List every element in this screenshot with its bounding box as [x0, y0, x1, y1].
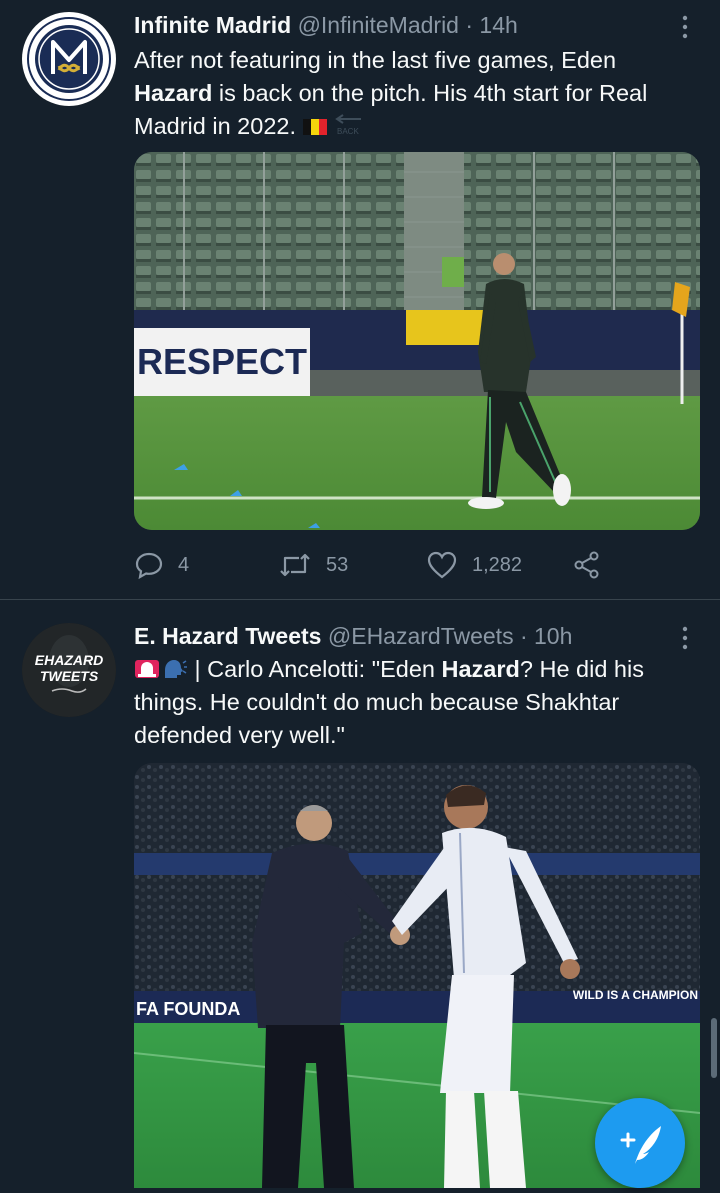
like-count: 1,282 [472, 553, 523, 576]
tweet-text-part: | Carlo Ancelotti: "Eden [188, 656, 442, 682]
retweet-count: 53 [326, 553, 349, 576]
siren-icon [134, 656, 160, 680]
tweet-header: E. Hazard Tweets @EHazardTweets · 10h [134, 621, 572, 651]
share-button[interactable] [572, 545, 616, 585]
compose-tweet-button[interactable] [595, 1098, 685, 1188]
author-handle[interactable]: @InfiniteMadrid [298, 12, 459, 38]
tweet-text: | Carlo Ancelotti: "Eden Hazard? He did … [134, 653, 694, 752]
avatar-text: TWEETS [40, 668, 99, 684]
tweet-text-part: After not featuring in the last five gam… [134, 47, 617, 73]
tweet-text-bold: Hazard [134, 80, 213, 106]
infinite-madrid-logo [23, 13, 115, 105]
like-icon [427, 551, 457, 579]
tweet-header: Infinite Madrid @InfiniteMadrid · 14h [134, 10, 518, 40]
tweet-time[interactable]: · 14h [465, 12, 517, 38]
compose-icon [620, 1126, 661, 1164]
reply-count: 4 [178, 553, 190, 576]
speaking-head-icon [162, 656, 188, 680]
tweet-text-bold: Hazard [441, 656, 520, 682]
avatar[interactable]: EHAZARD TWEETS [22, 623, 116, 717]
more-icon[interactable] [672, 14, 698, 40]
back-arrow-icon: BACK [331, 111, 365, 137]
tweet-divider [0, 599, 720, 600]
like-button[interactable]: 1,282 [426, 545, 522, 585]
tweet-photo[interactable]: RESPECT [134, 152, 700, 530]
retweet-icon [280, 553, 310, 577]
tweet-actions: 4 53 1,282 [134, 545, 614, 585]
share-icon [574, 551, 599, 579]
belgium-flag-icon [302, 113, 327, 135]
retweet-button[interactable]: 53 [278, 545, 348, 585]
author-name[interactable]: Infinite Madrid [134, 12, 291, 38]
tweet-time[interactable]: · 10h [520, 623, 572, 649]
reply-icon [135, 552, 163, 580]
respect-banner: RESPECT [137, 341, 307, 382]
avatar[interactable] [22, 12, 116, 106]
tweet[interactable]: Infinite Madrid @InfiniteMadrid · 14h Af… [0, 0, 720, 600]
tweet-text: After not featuring in the last five gam… [134, 44, 694, 143]
author-name[interactable]: E. Hazard Tweets [134, 623, 321, 649]
ad-board-left: FA FOUNDA [136, 999, 240, 1019]
scrollbar[interactable] [711, 1018, 717, 1078]
author-handle[interactable]: @EHazardTweets [328, 623, 514, 649]
svg-text:BACK: BACK [337, 127, 359, 136]
reply-button[interactable]: 4 [134, 545, 189, 585]
ad-board-right: WILD IS A CHAMPION [573, 988, 698, 1002]
avatar-text: EHAZARD [35, 652, 103, 668]
more-icon[interactable] [672, 625, 698, 651]
